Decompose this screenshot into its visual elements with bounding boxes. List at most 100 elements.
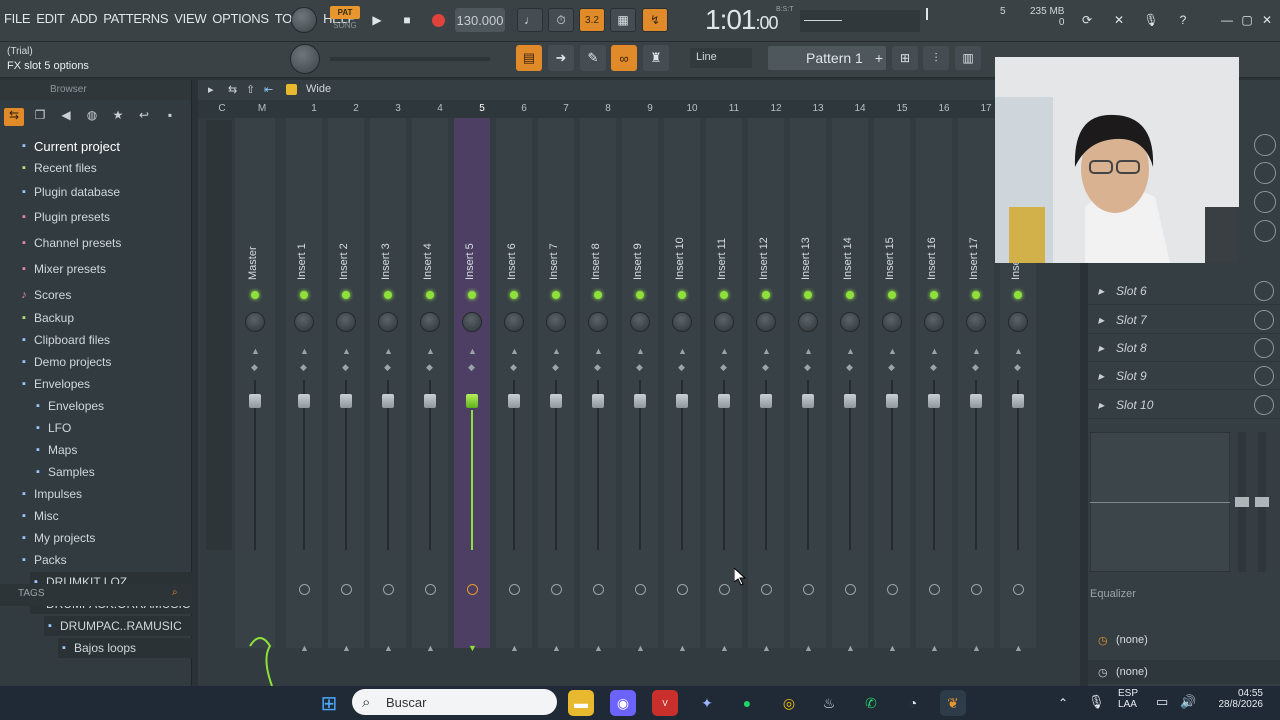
volume-fader[interactable]	[970, 394, 982, 408]
steam-icon[interactable]: ♨	[816, 690, 842, 716]
channel-enable-led[interactable]	[342, 291, 350, 299]
slot-mix-knob[interactable]	[1254, 191, 1276, 213]
browser-item[interactable]: ▪ Envelopes	[18, 374, 90, 394]
swap-icon[interactable]: ◆	[552, 362, 559, 373]
wait-button[interactable]: ⏱	[548, 8, 574, 32]
clock[interactable]: 04:55 28/8/2026	[1207, 688, 1264, 710]
volume-icon[interactable]: 🔊	[1180, 694, 1196, 710]
record-button[interactable]	[425, 8, 451, 32]
audio-input-button[interactable]: 🎙	[1138, 8, 1164, 32]
loop-record-button[interactable]: ▦	[610, 8, 636, 32]
stereo-separation-icon[interactable]: ▲	[762, 346, 771, 356]
fx-slot[interactable]: ▸ Slot 10	[1088, 391, 1280, 419]
route-arrow-icon[interactable]: ▲	[930, 643, 939, 653]
slot-mix-knob[interactable]	[1254, 337, 1274, 358]
channel-enable-led[interactable]	[594, 291, 602, 299]
pan-knob[interactable]	[504, 312, 524, 332]
blend-button[interactable]: ↯	[642, 8, 668, 32]
step-button[interactable]: 3.2	[579, 8, 605, 32]
master-pitch-knob[interactable]	[290, 44, 320, 74]
menu-file[interactable]: FILE	[4, 11, 31, 26]
route-arrow-icon[interactable]: ▲	[636, 643, 645, 653]
volume-fader[interactable]	[760, 394, 772, 408]
channel-enable-led[interactable]	[846, 291, 854, 299]
voicemeeter-icon[interactable]: V	[652, 690, 678, 716]
pan-knob[interactable]	[840, 312, 860, 332]
route-send-icon[interactable]	[383, 584, 394, 595]
copy-icon[interactable]: ❐	[30, 108, 50, 126]
stop-button[interactable]: ■	[394, 8, 420, 32]
stereo-separation-icon[interactable]: ▲	[510, 346, 519, 356]
fx-slot[interactable]: ▸ Slot 8	[1088, 334, 1280, 362]
route-arrow-icon[interactable]: ▲	[972, 643, 981, 653]
volume-fader[interactable]	[718, 394, 730, 408]
close-button[interactable]: ✕	[1254, 8, 1280, 32]
stamp-button[interactable]: ♜	[643, 45, 669, 71]
menu-patterns[interactable]: PATTERNS	[103, 11, 168, 26]
slot-mix-knob[interactable]	[1254, 134, 1276, 156]
route-send-icon[interactable]	[551, 584, 562, 595]
browser-item[interactable]: ▪ Misc	[18, 506, 59, 526]
fx-slot[interactable]: ▸ Slot 9	[1088, 362, 1280, 390]
browser-item[interactable]: ▪ LFO	[32, 418, 71, 438]
route-send-icon[interactable]	[719, 584, 730, 595]
microphone-tray-icon[interactable]: 🎙	[1088, 694, 1105, 710]
browser-all-icon[interactable]: ⇆	[4, 108, 24, 126]
browser-item[interactable]: ▪ Mixer presets	[18, 259, 106, 279]
pan-knob[interactable]	[882, 312, 902, 332]
route-send-icon[interactable]	[803, 584, 814, 595]
browser-item[interactable]: ▪ Envelopes	[32, 396, 104, 416]
pan-knob[interactable]	[714, 312, 734, 332]
route-send-icon[interactable]	[299, 584, 310, 595]
eq-band-handle[interactable]	[1235, 497, 1249, 507]
slot-arrow-icon[interactable]: ▸	[1098, 369, 1104, 383]
browser-item[interactable]: ▪ Plugin database	[18, 182, 120, 202]
route-send-icon[interactable]	[971, 584, 982, 595]
route-send-icon[interactable]	[761, 584, 772, 595]
route-arrow-icon[interactable]: ▲	[342, 643, 351, 653]
volume-fader[interactable]	[676, 394, 688, 408]
route-arrow-icon[interactable]: ▲	[552, 643, 561, 653]
stereo-separation-icon[interactable]: ▲	[342, 346, 351, 356]
pan-knob[interactable]	[966, 312, 986, 332]
route-send-icon[interactable]	[593, 584, 604, 595]
browser-item[interactable]: ▪ Channel presets	[18, 233, 121, 253]
browser-item[interactable]: ▪ DRUMPAC..RAMUSIC	[44, 616, 196, 636]
volume-fader[interactable]	[592, 394, 604, 408]
channel-enable-led[interactable]	[384, 291, 392, 299]
channel-enable-led[interactable]	[468, 291, 476, 299]
volume-fader[interactable]	[340, 394, 352, 408]
volume-fader[interactable]	[634, 394, 646, 408]
volume-fader[interactable]	[886, 394, 898, 408]
stereo-separation-icon[interactable]: ▲	[720, 346, 729, 356]
mixer-button[interactable]: ⫶	[923, 46, 949, 70]
plugin-icon[interactable]: ◍	[82, 108, 102, 126]
pan-knob[interactable]	[798, 312, 818, 332]
slot-mix-knob[interactable]	[1254, 280, 1274, 301]
volume-fader[interactable]	[466, 394, 478, 408]
next-button[interactable]: ➜	[548, 45, 574, 71]
route-send-icon[interactable]	[1013, 584, 1024, 595]
master-pitch-slider[interactable]	[330, 57, 490, 61]
browser-item[interactable]: ▪ My projects	[18, 528, 95, 548]
browser-item[interactable]: ▪ Packs	[18, 550, 67, 570]
browser-item[interactable]: ▪ Current project	[18, 136, 120, 156]
browser-item[interactable]: ▪ Clipboard files	[18, 330, 110, 350]
slot-mix-knob[interactable]	[1254, 309, 1274, 330]
browser-item[interactable]: ▪ Plugin presets	[18, 207, 110, 227]
pan-knob[interactable]	[756, 312, 776, 332]
menu-icon[interactable]: ▪	[160, 108, 180, 126]
route-arrow-icon[interactable]: ▲	[426, 643, 435, 653]
whatsapp-icon[interactable]: ✆	[858, 690, 884, 716]
stereo-separation-icon[interactable]: ▲	[804, 346, 813, 356]
route-send-icon[interactable]	[509, 584, 520, 595]
pan-knob[interactable]	[245, 312, 265, 332]
browser-item[interactable]: ▪ Maps	[32, 440, 77, 460]
channel-enable-led[interactable]	[1014, 291, 1022, 299]
swap-icon[interactable]: ◆	[1014, 362, 1021, 373]
route-send-icon[interactable]	[341, 584, 352, 595]
pan-knob[interactable]	[336, 312, 356, 332]
tray-chevron-icon[interactable]: ⌃	[1058, 696, 1068, 710]
menu-edit[interactable]: EDIT	[36, 11, 65, 26]
volume-fader[interactable]	[424, 394, 436, 408]
